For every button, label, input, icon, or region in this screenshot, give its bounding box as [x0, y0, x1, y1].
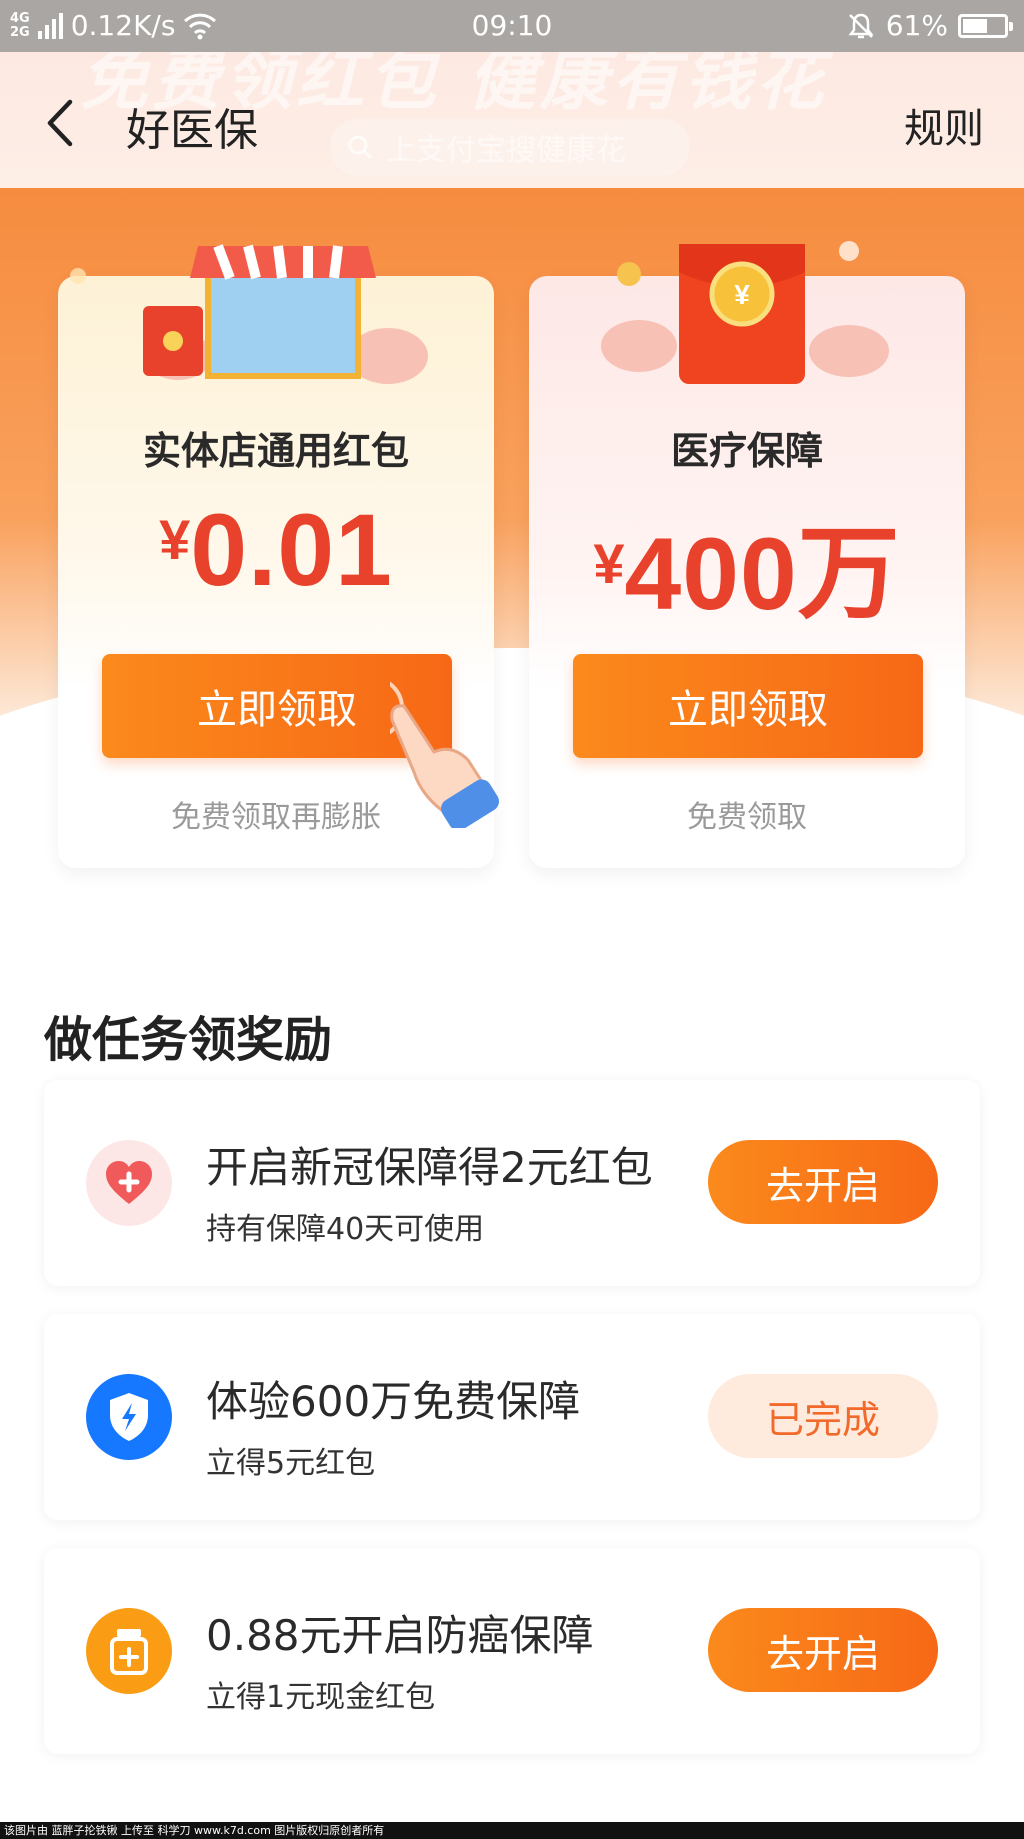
page-title: 好医保	[126, 105, 258, 156]
card-title: 医疗保障	[670, 429, 823, 473]
tap-hand-icon	[390, 681, 499, 828]
status-right: 61%	[846, 9, 1013, 42]
battery-percent: 61%	[885, 9, 948, 42]
task-desc: 立得5元红包	[206, 1446, 376, 1481]
watermark-footer: 该图片由 蓝胖子抡铁锹 上传至 科学刀 www.k7d.com 图片版权归原创者…	[0, 1822, 1024, 1839]
task-button-label: 已完成	[765, 1397, 880, 1442]
task-title: 开启新冠保障得2元红包	[206, 1143, 653, 1192]
task-desc: 持有保障40天可使用	[206, 1212, 485, 1247]
task-item: 0.88元开启防癌保障 立得1元现金红包 去开启	[44, 1548, 980, 1754]
medicine-bottle-icon	[86, 1608, 172, 1694]
background-search-text: 上支付宝搜健康花	[386, 133, 626, 168]
currency-symbol: ¥	[159, 508, 191, 571]
task-title: 体验600万免费保障	[206, 1377, 581, 1426]
status-bar: 4G 2G 0.12K/s 09:10 61%	[0, 0, 1024, 52]
card-subtext: 免费领取	[687, 800, 807, 835]
medical-coverage-card: ¥ 医疗保障 ¥400万 立即领取 免费领取	[529, 241, 965, 868]
header: 免费领红包 健康有钱花 上支付宝搜健康花 好医保 规则	[0, 52, 1024, 188]
enable-covid-coverage-button[interactable]: 去开启	[708, 1140, 938, 1224]
battery-icon	[958, 13, 1013, 38]
bell-muted-icon	[848, 13, 874, 38]
task-desc: 立得1元现金红包	[206, 1680, 436, 1715]
storefront-illustration	[70, 244, 428, 384]
back-button[interactable]	[40, 96, 84, 150]
claim-medical-coverage-button[interactable]: 立即领取	[573, 654, 923, 758]
background-search-bar: 上支付宝搜健康花	[330, 118, 690, 176]
task-title: 0.88元开启防癌保障	[206, 1611, 594, 1660]
card-title: 实体店通用红包	[142, 429, 409, 473]
claim-button-label: 立即领取	[668, 687, 828, 733]
task-button-label: 去开启	[765, 1163, 880, 1208]
card-amount: ¥0.01	[58, 492, 494, 609]
search-icon	[348, 135, 373, 160]
enable-cancer-coverage-button[interactable]: 去开启	[708, 1608, 938, 1692]
heart-plus-icon	[86, 1140, 172, 1226]
currency-symbol: ¥	[593, 532, 625, 595]
amount-value: 400万	[624, 517, 901, 631]
red-envelope-illustration: ¥	[601, 241, 889, 384]
card-amount: ¥400万	[529, 492, 965, 639]
task-item: 开启新冠保障得2元红包 持有保障40天可使用 去开启	[44, 1080, 980, 1286]
amount-value: 0.01	[190, 493, 393, 607]
completed-status-button[interactable]: 已完成	[708, 1374, 938, 1458]
battery-fill	[963, 18, 987, 33]
chevron-left-icon	[47, 99, 73, 147]
rules-link[interactable]: 规则	[904, 96, 984, 154]
claim-button-label: 立即领取	[197, 687, 357, 733]
task-button-label: 去开启	[765, 1631, 880, 1676]
svg-text:¥: ¥	[734, 279, 750, 310]
section-title: 做任务领奖励	[44, 1012, 333, 1068]
task-item: 体验600万免费保障 立得5元红包 已完成	[44, 1314, 980, 1520]
shield-lightning-icon	[86, 1374, 172, 1460]
